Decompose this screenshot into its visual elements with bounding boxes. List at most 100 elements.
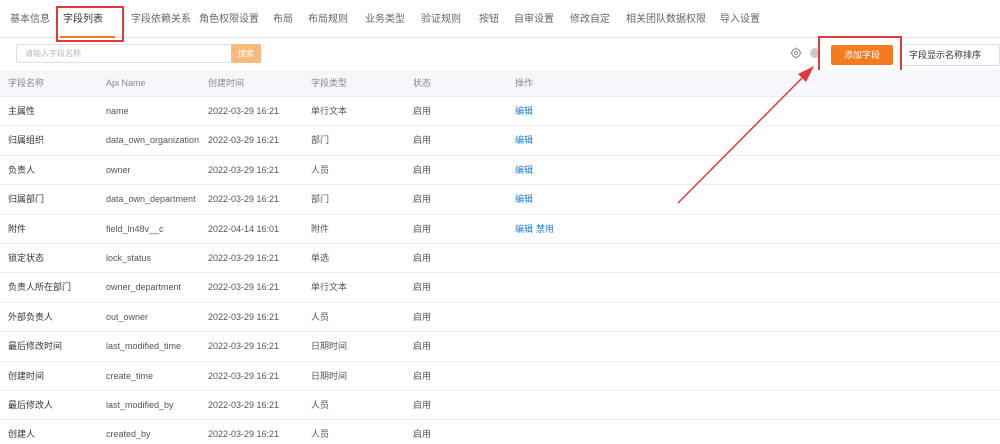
cell-created-time: 2022-03-29 16:21 (208, 311, 280, 322)
tab-self-review[interactable]: 自审设置 (514, 0, 554, 38)
cell-created-time: 2022-03-29 16:21 (208, 106, 280, 116)
tab-modify[interactable]: 修改自定 (570, 0, 610, 38)
cell-field-type: 单选 (311, 253, 330, 263)
cell-field-name: 主属性 (8, 106, 36, 116)
table-row: 负责人 owner 2022-03-29 16:21 人员 启用 编辑 (0, 156, 1000, 186)
cell-created-time: 2022-03-29 16:21 (208, 164, 280, 175)
tab-role-permissions[interactable]: 角色权限设置 (199, 0, 259, 38)
cell-created-time: 2022-03-29 16:21 (208, 370, 280, 381)
cell-status: 启用 (413, 341, 432, 352)
cell-created-time: 2022-03-29 16:21 (208, 429, 280, 440)
cell-status: 启用 (413, 223, 432, 234)
cell-status: 启用 (413, 164, 432, 175)
field-sort-button[interactable]: 字段显示名称排序 (900, 44, 1000, 66)
cell-api-name: last_modified_by (106, 400, 174, 410)
table-row: 负责人所在部门 owner_department 2022-03-29 16:21 单… (0, 273, 1000, 303)
table-row: 最后修改人 last_modified_by 2022-03-29 16:21 人员 启… (0, 391, 1000, 421)
cell-created-time: 2022-03-29 16:21 (208, 135, 280, 146)
cell-status: 启用 (413, 400, 432, 410)
tab-buttons[interactable]: 按钮 (479, 0, 499, 38)
cell-field-name: 归属部门 (8, 194, 45, 205)
column-header-field-name: 字段名称 (8, 78, 45, 88)
cell-api-name: create_time (106, 370, 154, 381)
tab-import-settings[interactable]: 导入设置 (720, 0, 760, 38)
cell-status: 启用 (413, 429, 432, 440)
column-header-field-type: 字段类型 (311, 78, 348, 88)
cell-field-name: 最后修改人 (8, 400, 54, 410)
tab-team-data-permissions[interactable]: 相关团队数据权限 (626, 0, 706, 38)
cell-actions: 编辑 (515, 97, 536, 126)
cell-api-name: name (106, 106, 129, 116)
cell-field-name: 锁定状态 (8, 253, 45, 263)
disable-link[interactable]: 禁用 (536, 224, 554, 234)
cell-field-type: 人员 (311, 400, 330, 410)
tab-layout-rules[interactable]: 布局规则 (308, 0, 348, 38)
table-row: 归属部门 data_own_department 2022-03-29 16:21 部… (0, 185, 1000, 215)
cell-created-time: 2022-03-29 16:21 (208, 253, 280, 263)
column-header-created-time: 创建时间 (208, 78, 245, 88)
cell-api-name: field_ln48v__c (106, 223, 164, 234)
cell-field-type: 单行文本 (311, 282, 348, 293)
search-button[interactable]: 搜索 (231, 44, 261, 63)
table-row: 附件 field_ln48v__c 2022-04-14 16:01 附件 启用 编辑 禁用 (0, 215, 1000, 244)
cell-field-type: 附件 (311, 223, 330, 234)
table-row: 归属组织 data_own_organization 2022-03-29 16:2… (0, 126, 1000, 156)
cell-field-name: 创建时间 (8, 370, 45, 381)
cell-field-type: 人员 (311, 164, 330, 175)
cell-status: 启用 (413, 282, 432, 293)
cell-status: 启用 (413, 106, 432, 116)
tab-field-dependencies[interactable]: 字段依赖关系 (131, 0, 191, 38)
table-row: 锁定状态 lock_status 2022-03-29 16:21 单选 启用 (0, 244, 1000, 274)
column-header-actions: 操作 (515, 78, 534, 88)
cell-api-name: last_modified_time (106, 341, 182, 352)
table-row: 创建时间 create_time 2022-03-29 16:21 日期时间 启用 (0, 362, 1000, 391)
cell-api-name: data_own_department (106, 194, 196, 205)
cell-field-type: 单行文本 (311, 106, 348, 116)
search-input[interactable] (16, 44, 234, 63)
cell-field-name: 创建人 (8, 429, 36, 440)
cell-field-type: 人员 (311, 429, 330, 440)
cell-created-time: 2022-03-29 16:21 (208, 400, 280, 410)
edit-link[interactable]: 编辑 (515, 194, 533, 204)
cell-field-name: 外部负责人 (8, 311, 54, 322)
cell-field-name: 归属组织 (8, 135, 45, 146)
cell-api-name: data_own_organization (106, 135, 200, 146)
cell-api-name: created_by (106, 429, 151, 440)
table-header: 字段名称 Api Name 创建时间 字段类型 状态 操作 (0, 70, 1000, 97)
cell-actions: 编辑 (515, 126, 536, 155)
cell-actions: 编辑 禁用 (515, 215, 557, 244)
edit-link[interactable]: 编辑 (515, 135, 533, 145)
cell-actions: 编辑 (515, 156, 536, 185)
cell-api-name: owner_department (106, 282, 182, 293)
cell-field-type: 部门 (311, 135, 330, 146)
tab-layout[interactable]: 布局 (273, 0, 293, 38)
edit-link[interactable]: 编辑 (515, 106, 533, 116)
cell-field-name: 最后修改时间 (8, 341, 63, 352)
edit-link[interactable]: 编辑 (515, 165, 533, 175)
highlight-box-field-list-tab (56, 6, 124, 42)
cell-api-name: out_owner (106, 311, 149, 322)
cell-status: 启用 (413, 194, 432, 205)
table-row: 外部负责人 out_owner 2022-03-29 16:21 人员 启用 (0, 303, 1000, 333)
gear-icon[interactable] (790, 47, 802, 59)
tab-basic-info[interactable]: 基本信息 (10, 0, 50, 38)
tab-validation-rules[interactable]: 验证规则 (421, 0, 461, 38)
cell-created-time: 2022-03-29 16:21 (208, 341, 280, 352)
cell-field-name: 附件 (8, 223, 27, 234)
cell-status: 启用 (413, 311, 432, 322)
column-header-status: 状态 (413, 78, 432, 88)
cell-status: 启用 (413, 135, 432, 146)
tab-business-types[interactable]: 业务类型 (365, 0, 405, 38)
tab-bar: 基本信息 字段列表 字段依赖关系 角色权限设置 布局 布局规则 业务类型 验证规… (0, 0, 1000, 38)
cell-created-time: 2022-03-29 16:21 (208, 282, 280, 293)
cell-api-name: owner (106, 164, 131, 175)
edit-link[interactable]: 编辑 (515, 224, 533, 234)
cell-field-name: 负责人所在部门 (8, 282, 72, 293)
cell-status: 启用 (413, 253, 432, 263)
cell-field-type: 人员 (311, 311, 330, 322)
cell-field-type: 部门 (311, 194, 330, 205)
table-row: 创建人 created_by 2022-03-29 16:21 人员 启用 (0, 420, 1000, 444)
table-row: 主属性 name 2022-03-29 16:21 单行文本 启用 编辑 (0, 97, 1000, 127)
table-row: 最后修改时间 last_modified_time 2022-03-29 16:21… (0, 332, 1000, 362)
cell-created-time: 2022-03-29 16:21 (208, 194, 280, 205)
